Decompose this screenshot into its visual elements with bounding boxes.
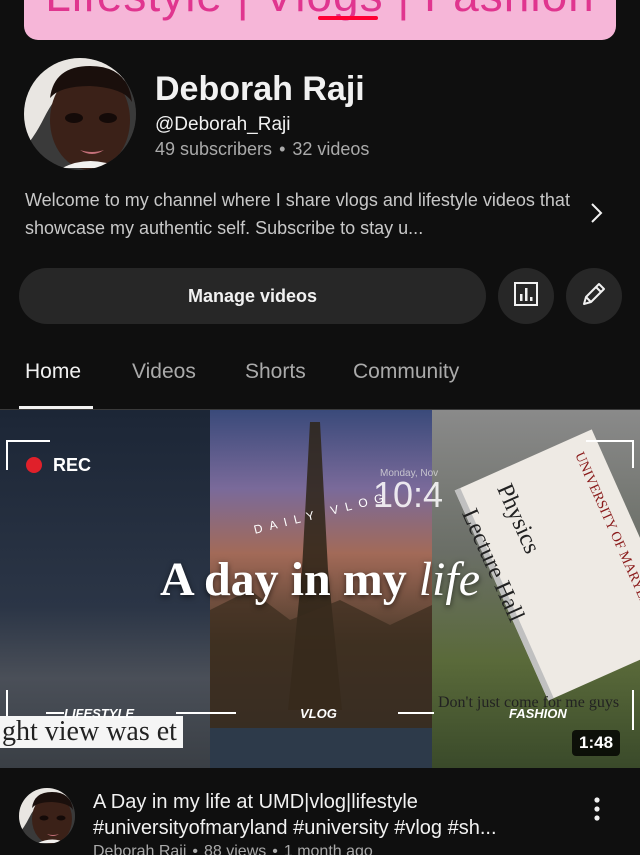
meta-separator: • [192, 843, 198, 855]
headline-main: A day in my [159, 553, 419, 606]
meta-separator: • [272, 843, 278, 855]
video-views: 88 views [204, 843, 267, 855]
active-tab-indicator [19, 406, 93, 409]
more-vert-icon [585, 797, 609, 828]
video-title[interactable]: A Day in my life at UMD|vlog|lifestyle #… [93, 789, 573, 841]
rec-dot-icon [26, 457, 42, 473]
video-meta: Deborah Raji • 88 views • 1 month ago [93, 843, 373, 855]
pencil-icon [579, 279, 609, 314]
chevron-right-icon[interactable] [586, 200, 606, 226]
featured-video-thumbnail[interactable]: UNIVERSITY OF MARYLAND Physics Lecture H… [0, 410, 640, 768]
subscriber-count: 49 subscribers [155, 139, 273, 159]
video-count: 32 videos [292, 139, 370, 159]
tag-fashion: FASHION [509, 706, 567, 721]
laptop-edge [210, 728, 432, 768]
rec-label: REC [53, 455, 92, 475]
channel-tabs: Home Videos Shorts Community [0, 352, 640, 410]
edit-channel-button[interactable] [566, 268, 622, 324]
thumbnail-headline: A day in my life [0, 552, 640, 607]
tag-vlog: VLOG [300, 706, 337, 721]
channel-handle: @Deborah_Raji [155, 114, 291, 135]
channel-avatar[interactable] [24, 58, 136, 170]
stats-separator: • [279, 139, 286, 159]
tag-divider [176, 712, 236, 714]
manage-videos-button[interactable]: Manage videos [19, 268, 486, 324]
tag-lifestyle: LIFESTYLE [64, 706, 135, 721]
tag-divider [398, 712, 434, 714]
channel-name: Deborah Raji [155, 70, 365, 108]
channel-banner: Lifestyle | Vlogs | Fashion [24, 0, 616, 40]
channel-description[interactable]: Welcome to my channel where I share vlog… [25, 186, 585, 242]
channel-stats: 49 subscribers • 32 videos [155, 139, 369, 160]
banner-indicator [318, 16, 378, 20]
video-age: 1 month ago [283, 843, 373, 855]
tab-home[interactable]: Home [25, 360, 81, 384]
more-options-button[interactable] [585, 794, 609, 824]
video-channel-avatar[interactable] [19, 788, 75, 844]
analytics-button[interactable] [498, 268, 554, 324]
tab-community[interactable]: Community [353, 360, 459, 384]
tag-divider [46, 712, 64, 714]
headline-script: life [418, 553, 481, 606]
analytics-icon [512, 280, 540, 313]
video-channel-name: Deborah Raji [93, 843, 187, 855]
tab-shorts[interactable]: Shorts [245, 360, 306, 384]
video-duration-badge: 1:48 [572, 730, 621, 756]
tab-videos[interactable]: Videos [132, 360, 196, 384]
frame-corner-top-right [586, 440, 634, 468]
